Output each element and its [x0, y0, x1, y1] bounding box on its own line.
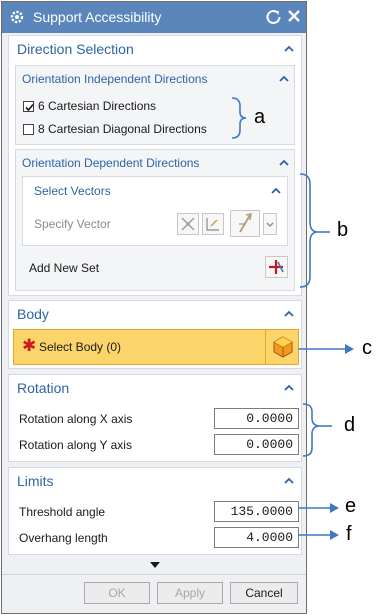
overhang-length-input[interactable]: 4.0000 [214, 527, 299, 548]
more-options-arrow-icon[interactable] [150, 562, 160, 568]
chevron-up-icon[interactable] [279, 75, 289, 82]
annotation-b: b [337, 219, 349, 241]
orientation-independent-group: Orientation Independent Directions 6 Car… [15, 65, 295, 145]
dialog-title: Support Accessibility [33, 9, 162, 25]
threshold-angle-label: Threshold angle [19, 505, 106, 519]
limits-title: Limits [17, 473, 54, 489]
divider [2, 574, 306, 575]
arrow-c-head [345, 344, 354, 354]
select-vectors-title: Select Vectors [34, 184, 111, 198]
gear-icon[interactable] [9, 9, 25, 25]
vector-type-dropdown[interactable] [263, 213, 277, 235]
chevron-up-icon[interactable] [271, 187, 281, 194]
inferred-vector-button[interactable] [202, 213, 224, 235]
support-accessibility-dialog: Support Accessibility Direction Selectio… [1, 1, 307, 614]
select-body-row[interactable]: ✱ Select Body (0) [13, 329, 299, 365]
threshold-angle-input[interactable]: 135.0000 [214, 501, 299, 522]
check-icon [25, 103, 34, 112]
select-vectors-group: Select Vectors Specify Vector [22, 176, 288, 246]
rotation-x-label: Rotation along X axis [19, 412, 133, 426]
add-set-icon [269, 260, 284, 274]
ok-button[interactable]: OK [84, 582, 150, 604]
rotation-title: Rotation [17, 380, 70, 396]
option-8-diagonal-label[interactable]: 8 Cartesian Diagonal Directions [38, 122, 207, 136]
orientation-dependent-title: Orientation Dependent Directions [22, 156, 200, 170]
direction-selection-section: Direction Selection Orientation Independ… [8, 35, 302, 296]
chevron-up-icon[interactable] [284, 310, 294, 317]
chevron-down-icon [266, 222, 274, 227]
cancel-button[interactable]: Cancel [230, 582, 298, 604]
select-body-label: Select Body (0) [39, 340, 122, 354]
checkbox-6-cartesian[interactable] [23, 101, 34, 112]
add-new-set-label: Add New Set [29, 261, 100, 275]
body-section: Body ✱ Select Body (0) [8, 300, 302, 369]
annotation-f: f [346, 523, 352, 545]
specify-vector-type-button[interactable] [230, 210, 260, 237]
reset-icon[interactable] [265, 8, 282, 25]
annotation-e: e [345, 495, 357, 517]
orientation-independent-title: Orientation Independent Directions [22, 72, 208, 86]
chevron-up-icon[interactable] [284, 384, 294, 391]
rotation-y-label: Rotation along Y axis [19, 438, 132, 452]
title-bar: Support Accessibility [2, 2, 306, 33]
chevron-up-icon[interactable] [279, 159, 289, 166]
annotation-a: a [254, 106, 266, 128]
annotation-c: c [362, 337, 372, 359]
apply-button[interactable]: Apply [157, 582, 223, 604]
annotation-d: d [344, 414, 356, 436]
limits-section: Limits Threshold angle 135.0000 Overhang… [8, 467, 302, 555]
orientation-dependent-group: Orientation Dependent Directions Select … [15, 149, 295, 291]
vector-icon [181, 217, 195, 231]
rotation-x-input[interactable]: 0.0000 [214, 408, 299, 429]
vector-dialog-button[interactable] [177, 213, 199, 235]
vector-arrow-icon [239, 212, 252, 233]
rotation-section: Rotation Rotation along X axis 0.0000 Ro… [8, 374, 302, 462]
rotation-y-input[interactable]: 0.0000 [214, 434, 299, 455]
chevron-up-icon[interactable] [284, 477, 294, 484]
option-6-cartesian-label[interactable]: 6 Cartesian Directions [38, 99, 156, 113]
chevron-up-icon[interactable] [284, 45, 294, 52]
specify-vector-label: Specify Vector [34, 217, 111, 231]
axis-icon [206, 218, 219, 231]
arrow-e-head [330, 503, 339, 513]
required-asterisk-icon: ✱ [22, 336, 37, 355]
add-new-set-button[interactable] [265, 256, 288, 278]
select-body-button[interactable] [265, 330, 300, 364]
solid-body-icon [273, 336, 293, 358]
close-icon[interactable] [286, 8, 302, 24]
body-title: Body [17, 306, 49, 322]
arrow-f-head [330, 530, 339, 540]
direction-selection-title: Direction Selection [17, 41, 134, 57]
overhang-length-label: Overhang length [19, 531, 108, 545]
checkbox-8-diagonal[interactable] [23, 124, 34, 135]
